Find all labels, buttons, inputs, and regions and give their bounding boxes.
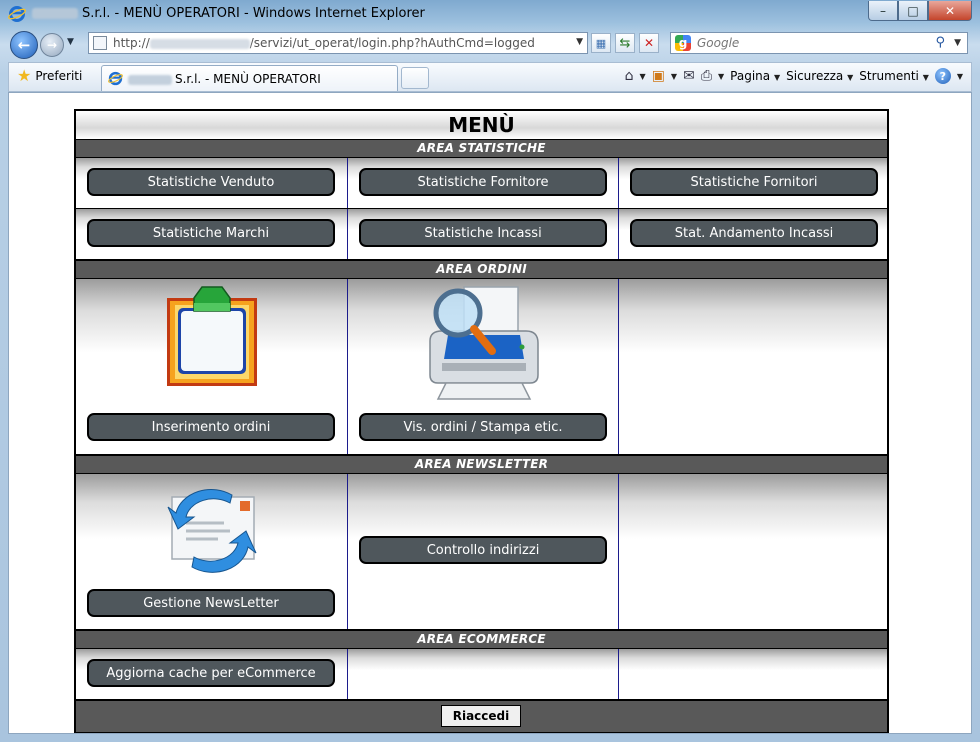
maximize-button[interactable]: □ bbox=[898, 1, 928, 21]
menu-sicurezza[interactable]: Sicurezza ▼ bbox=[786, 69, 853, 83]
menu-cell: Aggiorna cache per eCommerce bbox=[76, 649, 347, 699]
stat-marchi-button[interactable]: Statistiche Marchi bbox=[87, 219, 335, 247]
ie-page-icon bbox=[108, 71, 123, 86]
new-tab-button[interactable] bbox=[401, 67, 429, 89]
compatibility-icon: ▦ bbox=[595, 36, 607, 50]
print-icon[interactable]: ⎙ bbox=[701, 68, 712, 84]
search-input[interactable]: Google bbox=[697, 36, 739, 50]
stat-incassi-button[interactable]: Statistiche Incassi bbox=[359, 219, 607, 247]
refresh-button[interactable]: ⇆ bbox=[615, 33, 635, 53]
operator-menu: MENÙ AREA STATISTICHE Statistiche Vendut… bbox=[74, 109, 889, 733]
window-controls: – □ ✕ bbox=[868, 1, 972, 21]
inserimento-ordini-button[interactable]: Inserimento ordini bbox=[87, 413, 335, 441]
stat-venduto-button[interactable]: Statistiche Venduto bbox=[87, 168, 335, 196]
forward-button[interactable]: → bbox=[40, 33, 64, 57]
clipboard-icon[interactable] bbox=[166, 286, 258, 388]
ie-logo-icon bbox=[8, 6, 26, 22]
help-dropdown[interactable]: ▼ bbox=[957, 72, 963, 81]
printer-magnifier-icon[interactable] bbox=[426, 283, 542, 401]
address-dropdown-icon[interactable]: ▼ bbox=[576, 37, 583, 47]
menu-footer: Riaccedi bbox=[76, 699, 887, 732]
menu-cell-empty bbox=[618, 649, 887, 699]
page-icon bbox=[93, 36, 107, 50]
close-button[interactable]: ✕ bbox=[928, 1, 972, 21]
back-button[interactable]: ← bbox=[10, 31, 38, 59]
riaccedi-button[interactable]: Riaccedi bbox=[441, 705, 521, 727]
compatibility-view-button[interactable]: ▦ bbox=[591, 33, 611, 53]
google-logo-icon: g bbox=[675, 35, 691, 51]
gestione-newsletter-button[interactable]: Gestione NewsLetter bbox=[87, 589, 335, 617]
address-bar[interactable]: http:///servizi/ut_operat/login.php?hAut… bbox=[88, 32, 588, 54]
title-bar: S.r.l. - MENÙ OPERATORI - Windows Intern… bbox=[0, 0, 980, 28]
menu-row: Inserimento ordini Vis. ordini / Stampa … bbox=[76, 279, 887, 455]
menu-cell: Gestione NewsLetter bbox=[76, 474, 347, 629]
blurred-company-name bbox=[128, 74, 172, 85]
stat-andamento-incassi-button[interactable]: Stat. Andamento Incassi bbox=[630, 219, 878, 247]
menu-cell: Controllo indirizzi bbox=[347, 474, 618, 629]
help-icon[interactable]: ? bbox=[934, 68, 951, 84]
controllo-indirizzi-button[interactable]: Controllo indirizzi bbox=[359, 536, 607, 564]
menu-row: Statistiche Venduto Statistiche Fornitor… bbox=[76, 158, 887, 209]
address-url[interactable]: http:///servizi/ut_operat/login.php?hAut… bbox=[113, 36, 535, 50]
search-box[interactable]: g Google ⚲ ▼ bbox=[670, 32, 968, 54]
stop-button[interactable]: ✕ bbox=[639, 33, 659, 53]
favorites-tab-bar: ★ Preferiti S.r.l. - MENÙ OPERATORI ⌂ ▼ ▣ ▼… bbox=[8, 62, 972, 92]
blurred-domain bbox=[149, 38, 250, 49]
print-dropdown[interactable]: ▼ bbox=[718, 72, 724, 81]
search-icon[interactable]: ⚲ bbox=[935, 35, 945, 50]
navigation-bar: ← → ▼ http:///servizi/ut_operat/login.ph… bbox=[0, 28, 980, 62]
menu-strumenti[interactable]: Strumenti ▼ bbox=[859, 69, 929, 83]
menu-cell: Vis. ordini / Stampa etic. bbox=[347, 279, 618, 454]
menu-cell: Statistiche Venduto bbox=[76, 158, 347, 208]
section-header-newsletter: AREA NEWSLETTER bbox=[76, 455, 887, 474]
menu-cell: Inserimento ordini bbox=[76, 279, 347, 454]
menu-cell: Statistiche Fornitori bbox=[618, 158, 887, 208]
menu-pagina[interactable]: Pagina ▼ bbox=[730, 69, 780, 83]
menu-row: Aggiorna cache per eCommerce bbox=[76, 649, 887, 699]
browser-window: S.r.l. - MENÙ OPERATORI - Windows Intern… bbox=[0, 0, 980, 742]
feeds-icon[interactable]: ▣ bbox=[652, 68, 665, 84]
feeds-dropdown[interactable]: ▼ bbox=[671, 72, 677, 81]
stat-fornitore-button[interactable]: Statistiche Fornitore bbox=[359, 168, 607, 196]
menu-cell: Stat. Andamento Incassi bbox=[618, 209, 887, 259]
menu-row: Statistiche Marchi Statistiche Incassi S… bbox=[76, 209, 887, 260]
menu-cell: Statistiche Incassi bbox=[347, 209, 618, 259]
stat-fornitori-button[interactable]: Statistiche Fornitori bbox=[630, 168, 878, 196]
favorites-button[interactable]: ★ Preferiti bbox=[17, 66, 82, 85]
menu-cell-empty bbox=[618, 474, 887, 629]
command-bar: ⌂ ▼ ▣ ▼ ✉ ⎙ ▼ Pagina ▼ Sicurezza ▼ Strument… bbox=[625, 68, 963, 84]
newsletter-sync-icon[interactable] bbox=[166, 477, 258, 573]
tab-active[interactable]: S.r.l. - MENÙ OPERATORI bbox=[101, 65, 398, 91]
menu-cell-empty bbox=[618, 279, 887, 454]
recent-pages-dropdown[interactable]: ▼ bbox=[67, 37, 74, 47]
aggiorna-cache-ecommerce-button[interactable]: Aggiorna cache per eCommerce bbox=[87, 659, 335, 687]
section-header-ordini: AREA ORDINI bbox=[76, 260, 887, 279]
arrow-left-icon: ← bbox=[17, 36, 31, 54]
blurred-company-name bbox=[32, 8, 78, 19]
vis-ordini-stampa-button[interactable]: Vis. ordini / Stampa etic. bbox=[359, 413, 607, 441]
mail-icon[interactable]: ✉ bbox=[683, 68, 695, 84]
menu-cell-empty bbox=[347, 649, 618, 699]
section-header-statistiche: AREA STATISTICHE bbox=[76, 139, 887, 158]
search-options-dropdown[interactable]: ▼ bbox=[954, 38, 961, 48]
home-dropdown[interactable]: ▼ bbox=[640, 72, 646, 81]
menu-cell: Statistiche Fornitore bbox=[347, 158, 618, 208]
section-header-ecommerce: AREA ECOMMERCE bbox=[76, 630, 887, 649]
refresh-icon: ⇆ bbox=[619, 35, 631, 51]
menu-title: MENÙ bbox=[76, 111, 887, 139]
page-content: MENÙ AREA STATISTICHE Statistiche Vendut… bbox=[8, 92, 972, 734]
window-title: S.r.l. - MENÙ OPERATORI - Windows Intern… bbox=[32, 6, 425, 21]
minimize-button[interactable]: – bbox=[868, 1, 898, 21]
menu-row: Gestione NewsLetter Controllo indirizzi bbox=[76, 474, 887, 630]
stop-icon: ✕ bbox=[643, 36, 655, 50]
arrow-right-icon: → bbox=[46, 38, 58, 52]
menu-cell: Statistiche Marchi bbox=[76, 209, 347, 259]
star-icon: ★ bbox=[17, 66, 32, 85]
home-icon[interactable]: ⌂ bbox=[625, 68, 634, 84]
